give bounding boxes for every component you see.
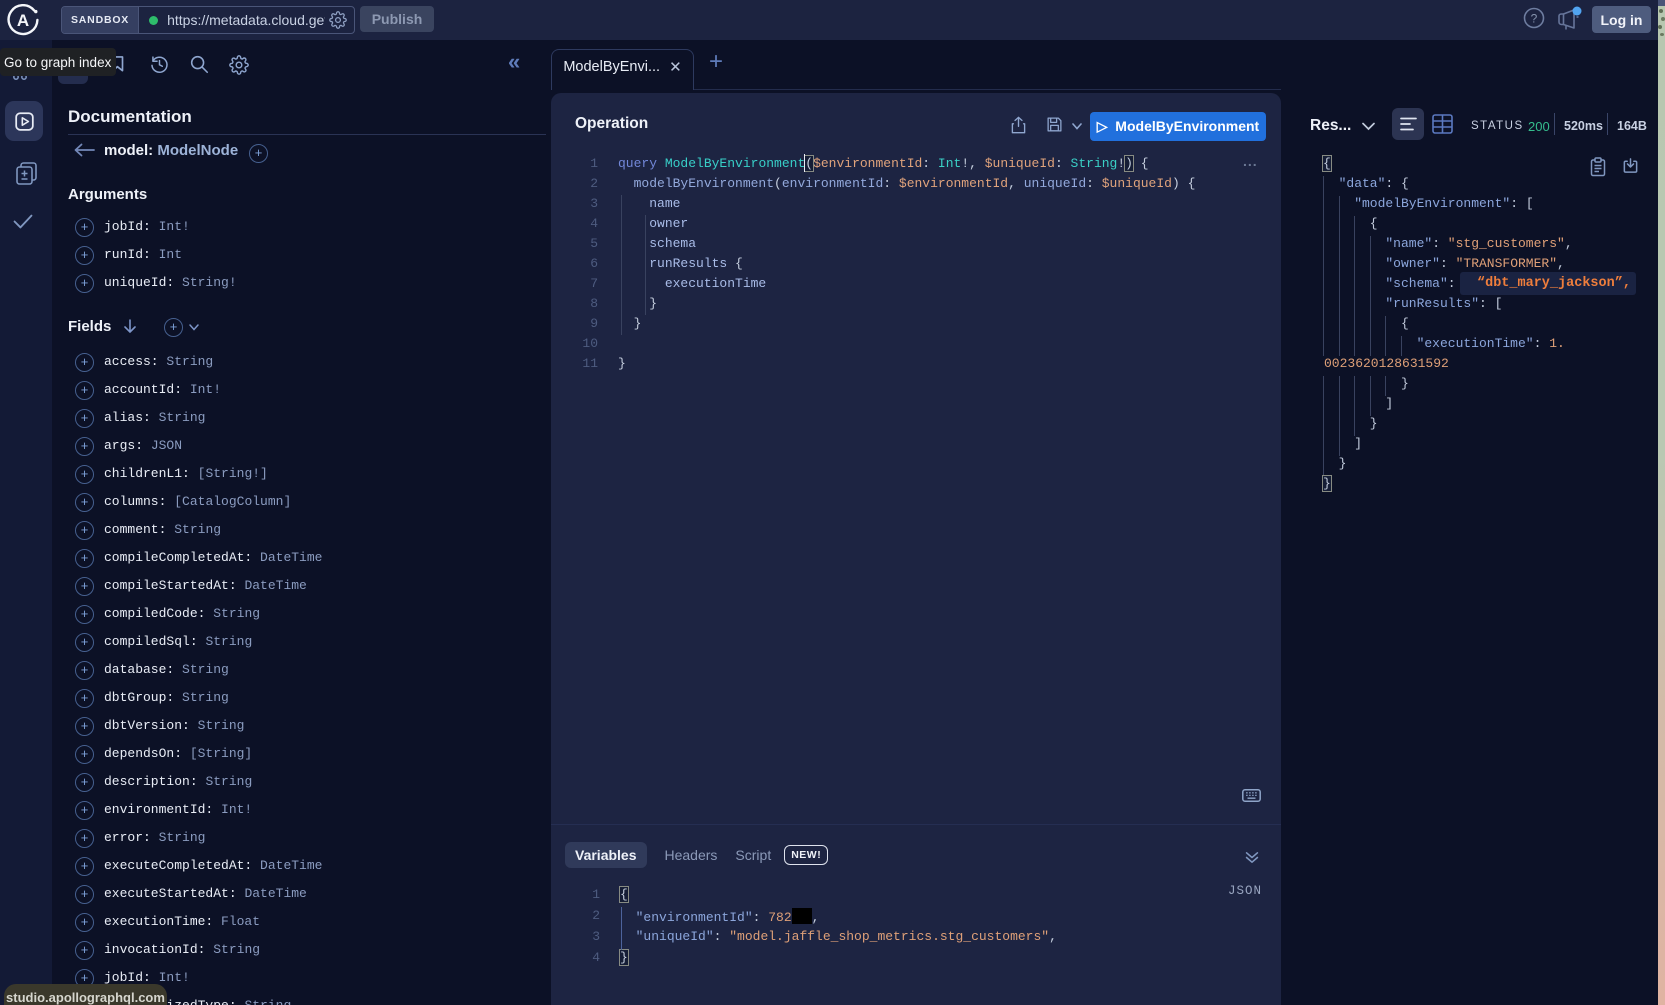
svg-text:A: A [17, 11, 29, 30]
svg-text:?: ? [1531, 12, 1538, 26]
